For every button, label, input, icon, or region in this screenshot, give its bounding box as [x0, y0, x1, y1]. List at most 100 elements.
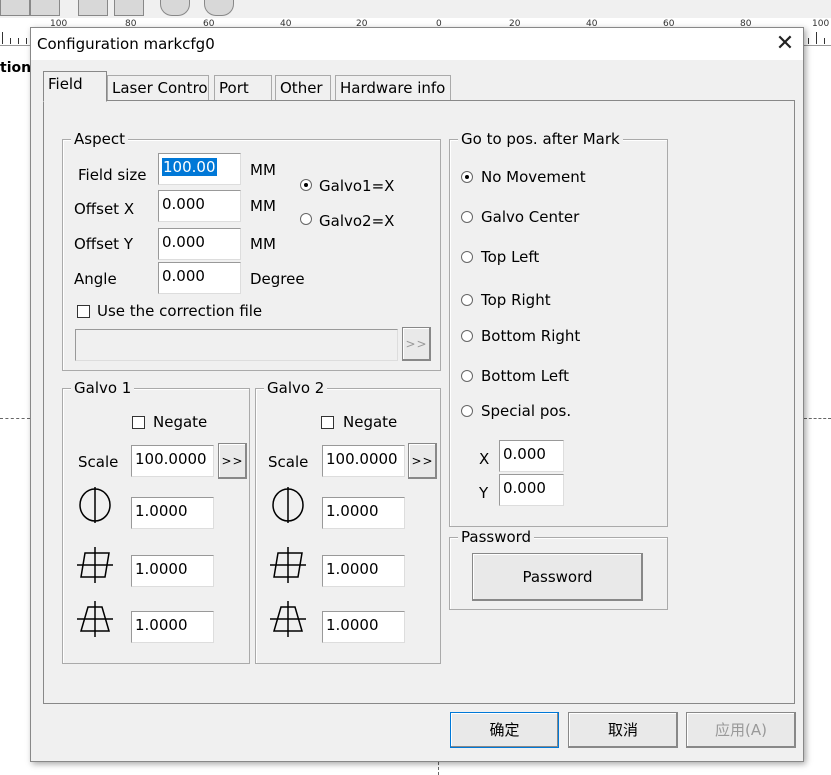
galvo2-group: Galvo 2 Negate Scale 100.0000 >> 1.0000 …	[255, 379, 441, 664]
goto-bottom-right-radio[interactable]	[461, 330, 473, 342]
toolbar-tool-icon[interactable]	[30, 0, 60, 16]
configuration-dialog: Configuration markcfg0 ✕ Field Laser Con…	[30, 27, 804, 762]
offset-y-unit: MM	[250, 235, 276, 253]
field-size-unit: MM	[250, 161, 276, 179]
canvas-guide-line	[0, 418, 30, 419]
tab-port[interactable]: Port	[214, 75, 272, 101]
angle-label: Angle	[74, 270, 117, 288]
use-correction-checkbox[interactable]	[77, 305, 90, 318]
correction-file-path	[75, 329, 398, 361]
special-y-label: Y	[479, 484, 489, 502]
goto-pos-group-title: Go to pos. after Mark	[458, 130, 623, 148]
goto-option-label[interactable]: Galvo Center	[481, 208, 579, 226]
goto-option-label[interactable]: Bottom Left	[481, 367, 569, 385]
use-correction-label[interactable]: Use the correction file	[97, 302, 262, 320]
galvo1-param1-input[interactable]: 1.0000	[131, 497, 214, 529]
toolbar-tool-icon[interactable]	[114, 0, 144, 16]
goto-option-label[interactable]: Bottom Right	[481, 327, 580, 345]
close-icon[interactable]: ✕	[771, 30, 799, 58]
tab-laser-control[interactable]: Laser Contro	[107, 75, 209, 101]
galvo1-negate-label[interactable]: Negate	[153, 413, 207, 431]
title-bar[interactable]: Configuration markcfg0 ✕	[31, 28, 803, 60]
galvo1-scale-button[interactable]: >>	[218, 443, 247, 479]
offset-x-label: Offset X	[74, 200, 135, 218]
field-size-input[interactable]: 100.00	[158, 153, 241, 185]
aspect-group-title: Aspect	[71, 130, 128, 148]
galvo-trapezoid-icon	[270, 601, 306, 637]
dialog-title: Configuration markcfg0	[37, 35, 215, 53]
apply-button[interactable]: 应用(A)	[686, 712, 796, 748]
password-button[interactable]: Password	[472, 553, 643, 601]
galvo1-scale-input[interactable]: 100.0000	[131, 445, 214, 477]
galvo1-x-label[interactable]: Galvo1=X	[319, 177, 394, 195]
galvo2-x-radio[interactable]	[300, 213, 312, 225]
galvo-circle-scale-icon	[272, 487, 304, 523]
tab-label: Other	[280, 79, 323, 97]
goto-option-label[interactable]: Top Right	[481, 291, 551, 309]
special-x-input[interactable]: 0.000	[499, 440, 564, 472]
cancel-button[interactable]: 取消	[568, 712, 678, 748]
goto-option-label[interactable]: No Movement	[481, 168, 586, 186]
angle-input[interactable]: 0.000	[158, 262, 241, 294]
aspect-group: Aspect Field size 100.00 MM Offset X 0.0…	[62, 130, 441, 371]
ok-button[interactable]: 确定	[450, 712, 559, 748]
goto-special-pos-radio[interactable]	[461, 405, 473, 417]
special-x-label: X	[479, 450, 490, 468]
goto-option-label[interactable]: Special pos.	[481, 402, 571, 420]
galvo1-negate-checkbox[interactable]	[132, 416, 145, 429]
galvo-trapezoid-icon	[77, 601, 113, 637]
goto-galvo-center-radio[interactable]	[461, 211, 473, 223]
galvo1-param2-input[interactable]: 1.0000	[131, 555, 214, 587]
galvo1-scale-label: Scale	[78, 453, 119, 471]
galvo1-group: Galvo 1 Negate Scale 100.0000 >> 1.0000 …	[62, 379, 250, 664]
password-group-title: Password	[458, 528, 535, 546]
password-group: Password Password	[449, 528, 668, 610]
toolbar-tool-icon[interactable]	[0, 0, 30, 16]
toolbar-tool-icon[interactable]	[78, 0, 108, 16]
tab-label: Laser Contro	[112, 79, 208, 97]
galvo-parallelogram-icon	[270, 547, 306, 583]
offset-y-label: Offset Y	[74, 235, 133, 253]
galvo1-group-title: Galvo 1	[71, 379, 135, 397]
goto-pos-group: Go to pos. after Mark No Movement Galvo …	[449, 130, 668, 527]
tab-other[interactable]: Other	[275, 75, 331, 101]
goto-no-movement-radio[interactable]	[461, 171, 473, 183]
goto-bottom-left-radio[interactable]	[461, 370, 473, 382]
special-y-input[interactable]: 0.000	[499, 474, 564, 506]
galvo2-param3-input[interactable]: 1.0000	[322, 611, 405, 643]
galvo2-negate-checkbox[interactable]	[321, 416, 334, 429]
goto-top-right-radio[interactable]	[461, 294, 473, 306]
offset-y-input[interactable]: 0.000	[158, 228, 241, 260]
ruler-tick-label: 100	[812, 19, 830, 29]
galvo2-group-title: Galvo 2	[264, 379, 328, 397]
galvo2-scale-label: Scale	[268, 453, 309, 471]
goto-option-label[interactable]: Top Left	[481, 248, 539, 266]
galvo2-scale-input[interactable]: 100.0000	[322, 445, 405, 477]
galvo2-param2-input[interactable]: 1.0000	[322, 555, 405, 587]
goto-top-left-radio[interactable]	[461, 251, 473, 263]
galvo2-negate-label[interactable]: Negate	[343, 413, 397, 431]
toolbar-tool-icon[interactable]	[160, 0, 190, 16]
tab-hardware-info[interactable]: Hardware info	[335, 75, 451, 101]
galvo1-param3-input[interactable]: 1.0000	[131, 611, 214, 643]
canvas-guide-line	[438, 762, 439, 775]
galvo2-x-label[interactable]: Galvo2=X	[319, 212, 394, 230]
correction-browse-button[interactable]: >>	[402, 327, 431, 361]
galvo-parallelogram-icon	[77, 547, 113, 583]
background-toolbar	[0, 0, 831, 18]
galvo2-param1-input[interactable]: 1.0000	[322, 497, 405, 529]
tab-field[interactable]: Field	[43, 71, 107, 102]
canvas-guide-line	[804, 418, 831, 419]
field-size-label: Field size	[78, 166, 147, 184]
offset-x-input[interactable]: 0.000	[158, 190, 241, 222]
galvo-circle-scale-icon	[79, 487, 111, 523]
angle-unit: Degree	[250, 270, 305, 288]
tab-label: Port	[219, 79, 249, 97]
galvo2-scale-button[interactable]: >>	[408, 443, 437, 479]
galvo1-x-radio[interactable]	[300, 179, 312, 191]
tab-label: Hardware info	[340, 79, 446, 97]
toolbar-tool-icon[interactable]	[204, 0, 234, 16]
offset-x-unit: MM	[250, 197, 276, 215]
tab-label: Field	[48, 75, 83, 93]
background-side-label: tion	[0, 60, 32, 76]
